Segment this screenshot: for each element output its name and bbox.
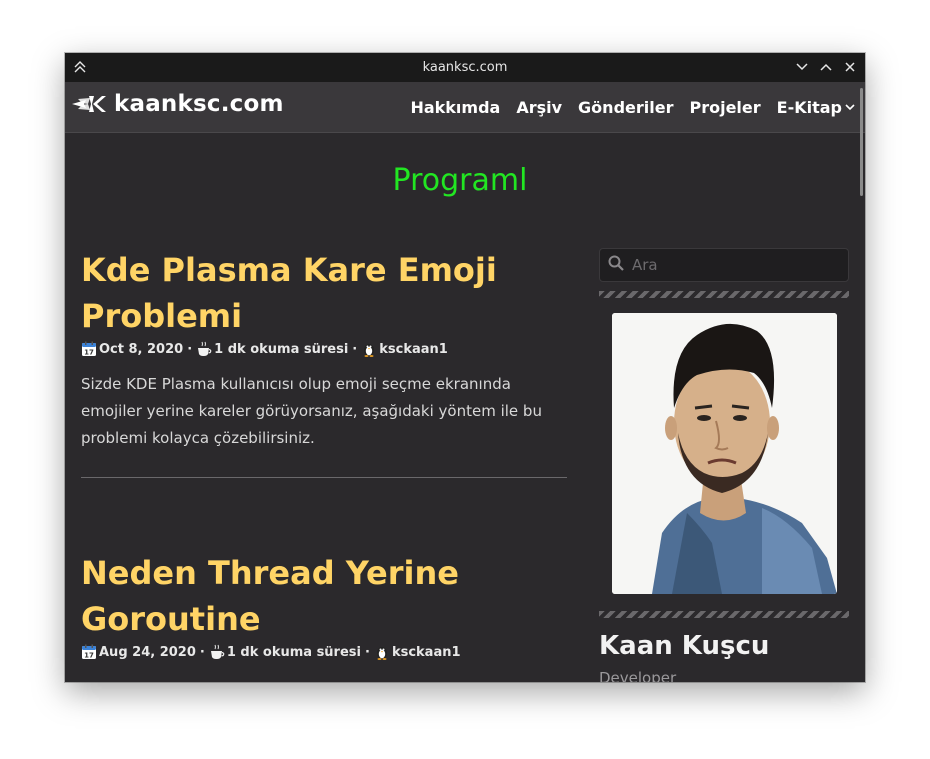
post-reading-time: 1 dk okuma süresi — [214, 341, 349, 357]
calendar-icon: 17 — [81, 341, 97, 357]
page-heading: Programl — [392, 163, 528, 198]
post-item: Kde Plasma Kare Emoji Problemi 17 Oct 8,… — [81, 247, 571, 478]
sidebar-divider — [599, 291, 849, 298]
penguin-icon — [361, 341, 377, 357]
post-title-link[interactable]: Neden Thread Yerine Goroutine — [81, 550, 571, 642]
svg-text:17: 17 — [84, 349, 94, 357]
calendar-icon: 17 — [81, 644, 97, 660]
nav-links: Hakkımda Arşiv Gönderiler Projeler E-Kit… — [410, 82, 855, 132]
nav-link-hakkimda[interactable]: Hakkımda — [410, 98, 500, 117]
svg-text:17: 17 — [84, 652, 94, 660]
post-title-line: Goroutine — [81, 600, 261, 638]
meta-separator: · — [352, 341, 358, 357]
brand-name: kaanksc.com — [114, 91, 284, 117]
chevron-down-icon — [845, 104, 855, 111]
search-input[interactable] — [630, 255, 834, 275]
coffee-icon — [209, 644, 225, 660]
post-date: Oct 8, 2020 — [99, 341, 184, 357]
coffee-icon — [196, 341, 212, 357]
post-title-link[interactable]: Kde Plasma Kare Emoji Problemi — [81, 247, 571, 339]
nav-link-ekitap-label: E-Kitap — [776, 97, 842, 117]
post-meta: 17 Aug 24, 2020 · 1 dk okuma süresi · ks… — [81, 644, 571, 660]
search-icon — [608, 255, 624, 275]
post-title-line: Kde Plasma Kare Emoji — [81, 251, 497, 289]
nav-link-gonderiler[interactable]: Gönderiler — [578, 98, 673, 117]
window-title: kaanksc.com — [422, 60, 508, 75]
page-scrollbar[interactable] — [859, 82, 865, 682]
close-icon[interactable] — [841, 58, 859, 76]
post-title-line: Neden Thread Yerine — [81, 554, 459, 592]
brand-logo-icon — [72, 95, 106, 117]
sidebar: Kaan Kuşcu Developer — [599, 248, 849, 682]
meta-separator: · — [364, 644, 370, 660]
minimize-icon[interactable] — [793, 58, 811, 76]
post-author[interactable]: ksckaan1 — [379, 342, 448, 357]
meta-separator: · — [187, 341, 193, 357]
author-role: Developer — [599, 669, 677, 682]
keep-above-icon[interactable] — [71, 58, 89, 76]
post-reading-time: 1 dk okuma süresi — [226, 644, 361, 660]
post-date: Aug 24, 2020 — [99, 644, 196, 660]
post-author[interactable]: ksckaan1 — [392, 645, 461, 660]
post-title-line: Problemi — [81, 297, 243, 335]
meta-separator: · — [199, 644, 205, 660]
penguin-icon — [374, 644, 390, 660]
post-meta: 17 Oct 8, 2020 · 1 dk okuma süresi · ksc… — [81, 341, 571, 357]
author-name: Kaan Kuşcu — [599, 631, 770, 661]
scrollbar-thumb[interactable] — [860, 88, 863, 196]
author-avatar — [612, 313, 837, 594]
post-list: Kde Plasma Kare Emoji Problemi 17 Oct 8,… — [81, 247, 571, 660]
search-box[interactable] — [599, 248, 849, 282]
post-divider — [81, 477, 567, 478]
sidebar-divider — [599, 611, 849, 618]
site-navbar: kaanksc.com Hakkımda Arşiv Gönderiler Pr… — [65, 82, 865, 133]
site-brand[interactable]: kaanksc.com — [72, 91, 284, 117]
nav-link-projeler[interactable]: Projeler — [689, 98, 760, 117]
post-item: Neden Thread Yerine Goroutine 17 Aug 24,… — [81, 550, 571, 660]
post-excerpt: Sizde KDE Plasma kullanıcısı olup emoji … — [81, 375, 542, 447]
browser-window: kaanksc.com kaanksc.com Hakkımda Arşiv G… — [65, 53, 865, 682]
window-titlebar: kaanksc.com — [65, 53, 865, 82]
nav-link-arsiv[interactable]: Arşiv — [516, 98, 562, 117]
nav-dropdown-ekitap[interactable]: E-Kitap — [777, 98, 855, 117]
maximize-icon[interactable] — [817, 58, 835, 76]
